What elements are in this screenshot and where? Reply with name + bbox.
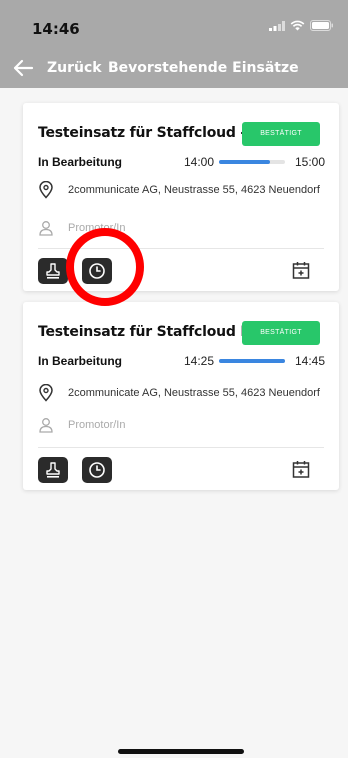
clock-icon xyxy=(89,263,105,279)
time-progress-bar xyxy=(219,160,285,164)
divider xyxy=(38,447,324,448)
role-label: Promotor/In xyxy=(68,222,126,234)
stamp-icon xyxy=(46,263,60,279)
person-icon xyxy=(39,418,53,433)
end-time: 15:00 xyxy=(295,155,326,169)
status-badge: BESTÄTIGT xyxy=(242,122,320,146)
back-button[interactable]: Zurück xyxy=(47,60,102,76)
address-text: 2communicate AG, Neustrasse 55, 4623 Neu… xyxy=(68,184,320,196)
time-progress-fill xyxy=(219,160,270,164)
battery-icon xyxy=(310,20,333,31)
time-tracking-button[interactable] xyxy=(82,258,112,284)
calendar-plus-icon[interactable] xyxy=(291,459,311,479)
start-time: 14:00 xyxy=(184,155,215,169)
status-icons xyxy=(269,20,334,31)
wifi-icon xyxy=(290,20,305,31)
card-title: Testeinsatz für Staffcloud I -... xyxy=(38,324,272,340)
app-header: 14:46 Zurück Bevorstehende Einsätze xyxy=(0,0,348,88)
assignment-card[interactable]: Testeinsatz für Staffcloud I -... BESTÄT… xyxy=(23,302,339,490)
page-title: Bevorstehende Einsätze xyxy=(108,60,299,76)
role-label: Promotor/In xyxy=(68,419,126,431)
status-time: 14:46 xyxy=(32,20,80,38)
back-arrow-icon[interactable] xyxy=(12,58,34,78)
signal-icon xyxy=(269,20,285,31)
time-progress-fill xyxy=(219,359,285,363)
calendar-plus-icon[interactable] xyxy=(291,260,311,280)
clock-icon xyxy=(89,462,105,478)
status-bar: 14:46 xyxy=(0,0,348,48)
start-time: 14:25 xyxy=(184,354,215,368)
stamp-icon xyxy=(46,462,60,478)
assignment-card[interactable]: Testeinsatz für Staffcloud - 0... BESTÄT… xyxy=(23,103,339,291)
end-time: 14:45 xyxy=(295,354,326,368)
time-tracking-button[interactable] xyxy=(82,457,112,483)
card-title: Testeinsatz für Staffcloud - 0... xyxy=(38,125,276,141)
stamp-button[interactable] xyxy=(38,457,68,483)
address-text: 2communicate AG, Neustrasse 55, 4623 Neu… xyxy=(68,387,320,399)
nav-bar: Zurück Bevorstehende Einsätze xyxy=(0,52,348,86)
stamp-button[interactable] xyxy=(38,258,68,284)
state-label: In Bearbeitung xyxy=(38,155,123,169)
location-pin-icon xyxy=(39,384,53,402)
time-progress-bar xyxy=(219,359,285,363)
divider xyxy=(38,248,324,249)
person-icon xyxy=(39,221,53,236)
state-label: In Bearbeitung xyxy=(38,354,123,368)
status-badge: BESTÄTIGT xyxy=(242,321,320,345)
location-pin-icon xyxy=(39,181,53,199)
home-indicator[interactable] xyxy=(118,749,244,754)
